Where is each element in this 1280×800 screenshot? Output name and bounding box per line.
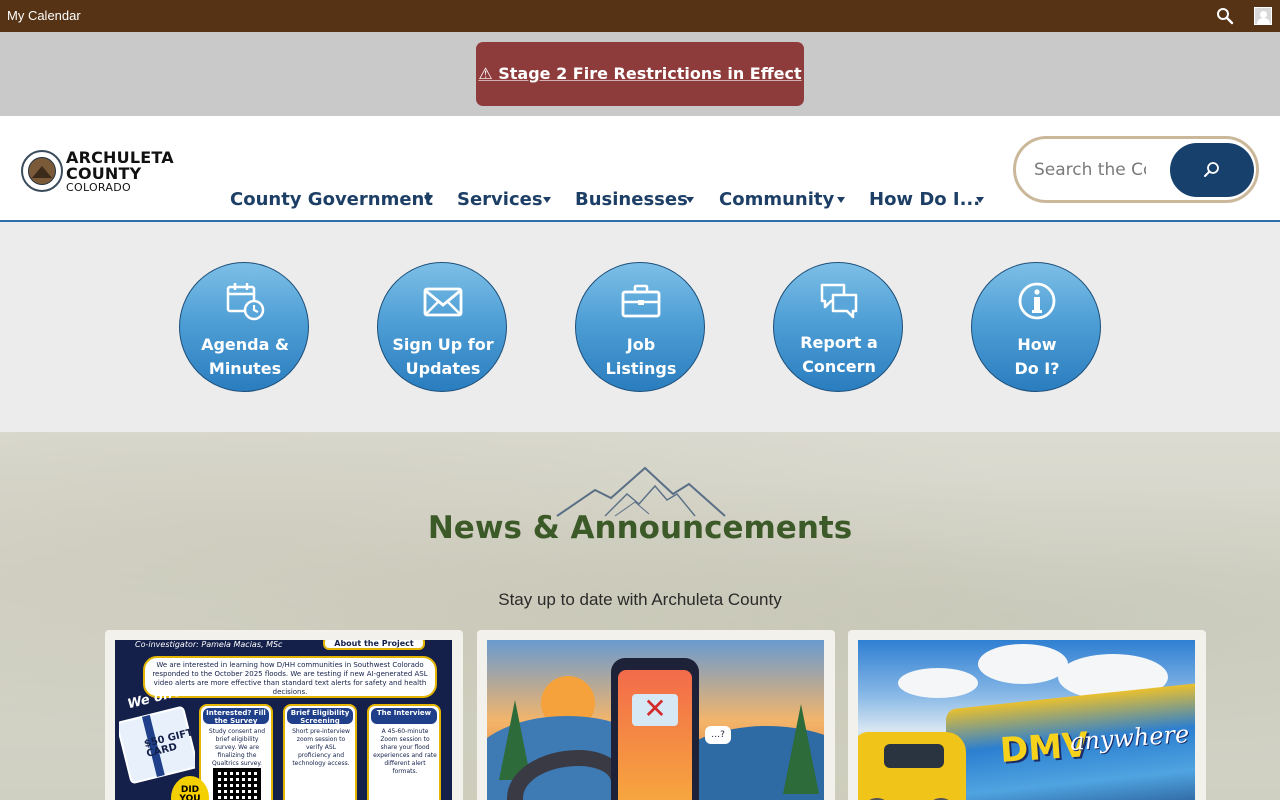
search-icon (1204, 162, 1219, 177)
chevron-down-icon (976, 197, 984, 203)
info-icon (1018, 282, 1056, 320)
county-seal-icon (21, 150, 63, 192)
briefcase-icon (621, 284, 661, 318)
quicklink-agenda-minutes[interactable]: Agenda & Minutes (179, 262, 309, 392)
qr-code-icon (213, 768, 261, 800)
quicklink-label: Job Listings (605, 335, 677, 378)
flyer-column: Brief Eligibility Screening Short pre-in… (283, 704, 357, 800)
nav-how-do-i[interactable]: How Do I... (869, 189, 984, 210)
news-card[interactable]: Co-investigator: Pamela Macias, MSc Abou… (105, 630, 463, 800)
quicklink-label: Report a Concern (800, 333, 878, 376)
flyer-column: The Interview A 45-60-minute Zoom sessio… (367, 704, 441, 800)
nav-services[interactable]: Services (457, 189, 551, 210)
nav-label: Businesses (575, 189, 688, 210)
alert-text: ⚠ Stage 2 Fire Restrictions in Effect (478, 64, 802, 83)
chevron-down-icon (686, 197, 694, 203)
news-card[interactable]: ✕ …? (477, 630, 835, 800)
search-submit-button[interactable] (1170, 143, 1254, 197)
quicklink-label: Sign Up for Updates (392, 335, 494, 378)
news-subtitle: Stay up to date with Archuleta County (498, 590, 782, 609)
quicklink-label: How Do I? (1014, 335, 1060, 378)
fire-restrictions-alert-button[interactable]: ⚠ Stage 2 Fire Restrictions in Effect (476, 42, 804, 106)
dmv-anywhere-photo[interactable]: DMV anywhere (858, 640, 1195, 800)
nav-label: Services (457, 189, 543, 210)
quicklink-sign-up-updates[interactable]: Sign Up for Updates (377, 262, 507, 392)
search-input[interactable] (1034, 155, 1146, 185)
site-search (1013, 136, 1259, 203)
quick-links: Agenda & Minutes Sign Up for Updates Job Li… (0, 222, 1280, 432)
chevron-down-icon (543, 197, 551, 203)
envelope-icon (423, 287, 463, 317)
yellow-car (858, 732, 966, 800)
chevron-down-icon (424, 197, 432, 203)
quicklink-job-listings[interactable]: Job Listings (575, 262, 705, 392)
flyer-investigator: Co-investigator: Pamela Macias, MSc (135, 640, 283, 649)
nav-county-government[interactable]: County Government (230, 189, 433, 210)
nav-businesses[interactable]: Businesses (575, 189, 694, 210)
logo-line3: COLORADO (66, 181, 131, 194)
quicklink-report-concern[interactable]: Report a Concern (773, 262, 903, 392)
nav-label: Community (719, 189, 835, 210)
flyer-tab: About the Project (323, 640, 425, 650)
nav-label: County Government (230, 189, 433, 210)
calendar-clock-icon (226, 283, 265, 321)
news-card[interactable]: DMV anywhere (848, 630, 1206, 800)
alert-banner: ⚠ Stage 2 Fire Restrictions in Effect (0, 32, 1280, 116)
chat-bubbles-icon (820, 283, 858, 319)
nav-label: How Do I... (869, 189, 981, 210)
search-icon[interactable] (1216, 7, 1234, 25)
my-calendar-link[interactable]: My Calendar (7, 8, 81, 23)
top-utility-bar: My Calendar (0, 0, 1280, 32)
nav-community[interactable]: Community (719, 189, 845, 210)
message-icon: …? (705, 726, 731, 744)
scam-phone-illustration[interactable]: ✕ …? (487, 640, 824, 800)
news-title: News & Announcements (427, 510, 853, 546)
news-card-image[interactable]: Co-investigator: Pamela Macias, MSc Abou… (115, 640, 452, 800)
user-icon[interactable] (1254, 7, 1272, 25)
blocked-icon: ✕ (632, 694, 678, 726)
quicklink-how-do-i[interactable]: How Do I? (971, 262, 1101, 392)
county-logo[interactable]: ARCHULETA COUNTY COLORADO (21, 147, 181, 195)
chevron-down-icon (837, 197, 845, 203)
site-header: ARCHULETA COUNTY COLORADO County Governm… (0, 116, 1280, 222)
quicklink-label: Agenda & Minutes (201, 335, 289, 378)
news-section: News & Announcements Stay up to date wit… (0, 432, 1280, 800)
